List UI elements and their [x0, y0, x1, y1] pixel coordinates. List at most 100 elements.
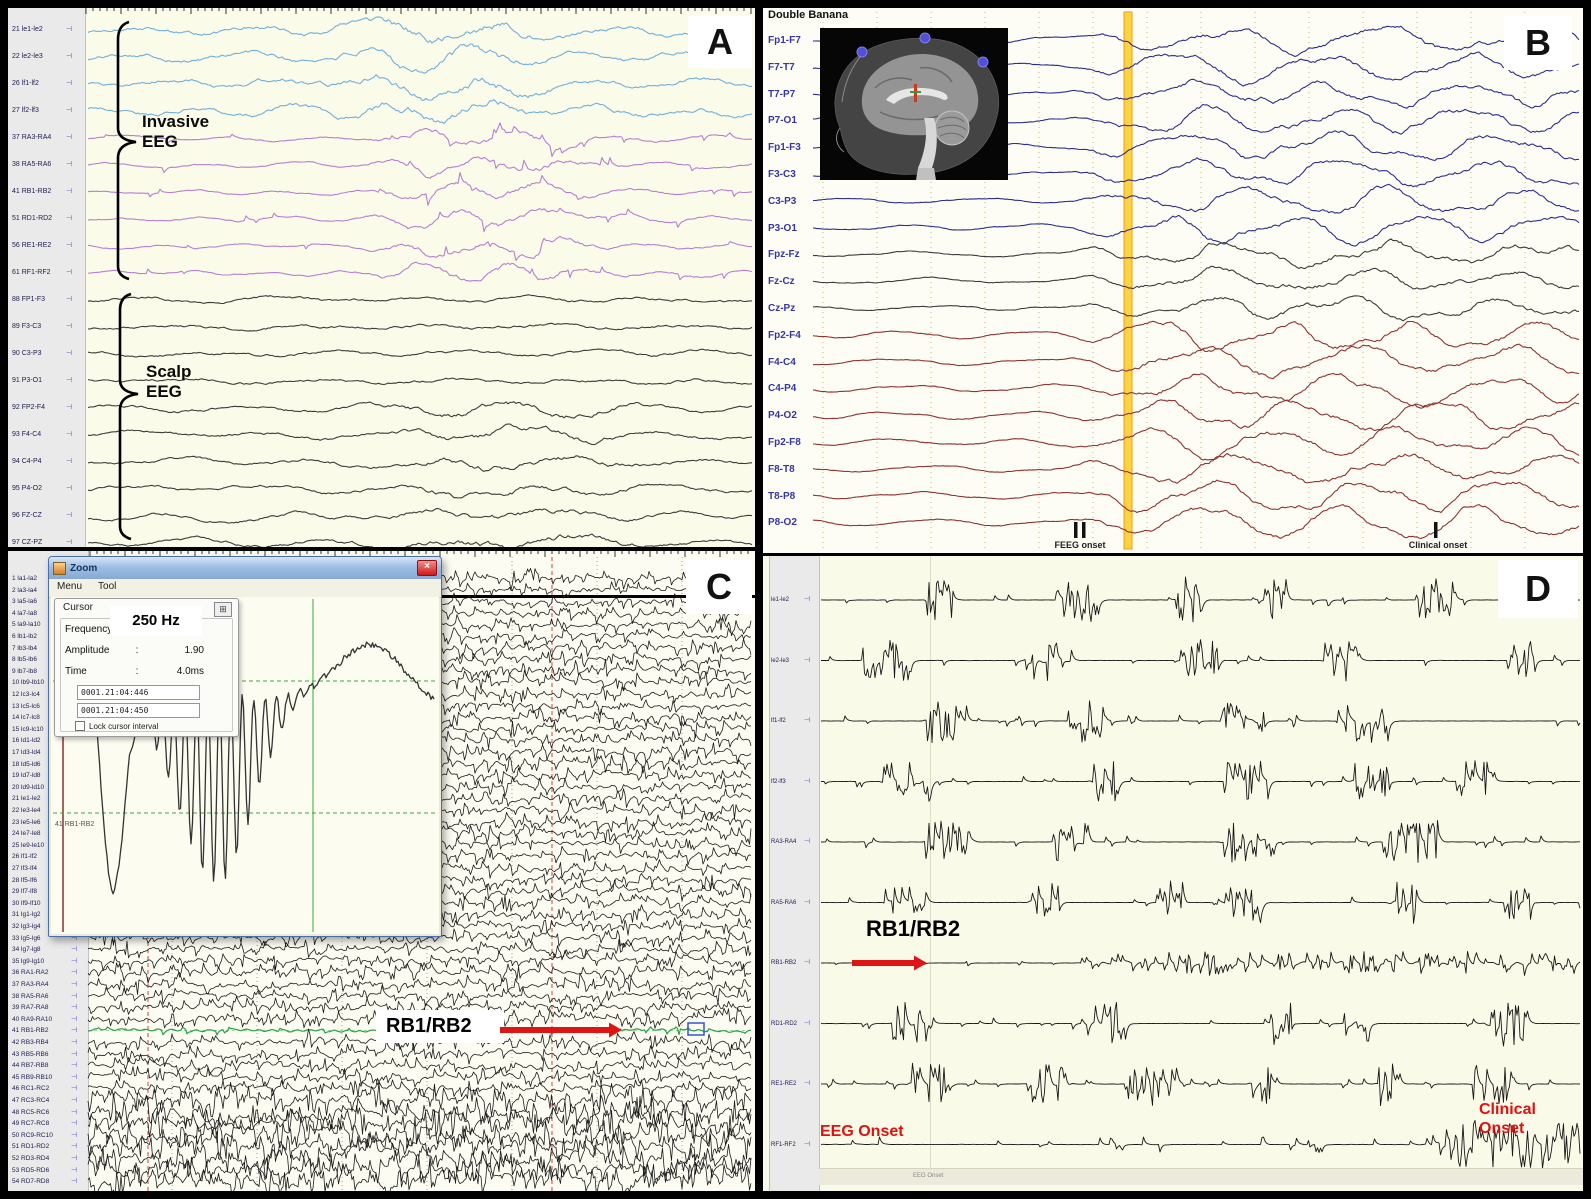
- time-ruler: [86, 8, 751, 14]
- lock-cursor-checkbox[interactable]: [75, 721, 85, 731]
- scale-marker-icon: ⊣: [71, 1074, 77, 1081]
- eeg-trace: [88, 1067, 751, 1088]
- scale-marker-icon: ⊣: [71, 1132, 77, 1139]
- eeg-trace: [813, 505, 1579, 539]
- channel-label: 17 ld3-ld4: [12, 749, 41, 756]
- channel-label: 40 RA9-RA10: [12, 1016, 52, 1023]
- channel-label: 38 RA5-RA6: [12, 161, 51, 169]
- eeg-traces-d: [763, 556, 1583, 1191]
- channel-label: 29 lf7-lf8: [12, 888, 37, 895]
- feeg-onset-marks: [1074, 522, 1086, 538]
- channel-label: 43 RB5-RB6: [12, 1051, 49, 1058]
- montage-title: Double Banana: [768, 9, 848, 21]
- eeg-traces-b: [763, 8, 1583, 553]
- channel-label: 56 RE1-RE2: [12, 242, 51, 250]
- channel-label: Fpz-Fz: [768, 250, 800, 260]
- channel-label: Fz-Cz: [768, 277, 795, 287]
- channel-label: 31 lg1-lg2: [12, 911, 41, 918]
- channel-label: le1-le2: [771, 597, 789, 604]
- channel-label: 44 RB7-RB8: [12, 1062, 49, 1069]
- eeg-trace: [88, 75, 752, 101]
- scale-marker-icon: ⊣: [66, 53, 72, 60]
- channel-label: 32 lg3-lg4: [12, 923, 41, 930]
- scale-marker-icon: ⊣: [71, 981, 77, 988]
- eeg-trace: [821, 820, 1580, 862]
- eeg-trace: [813, 373, 1579, 408]
- scale-marker-icon: ⊣: [804, 717, 810, 724]
- channel-label: 46 RC1-RC2: [12, 1085, 49, 1092]
- eeg-trace: [88, 402, 752, 418]
- clinical-onset-mark: [1434, 522, 1438, 538]
- time-value: 4.0ms: [145, 666, 228, 677]
- close-icon[interactable]: ×: [417, 560, 437, 576]
- channel-label: 95 P4-O2: [12, 485, 42, 493]
- channel-label: 9 lb7-lb8: [12, 668, 37, 675]
- panel-d: le1-le2⊣le2-le3⊣lf1-lf2⊣lf2-lf3⊣RA3-RA4⊣…: [763, 556, 1583, 1191]
- zoom-dialog-titlebar[interactable]: Zoom ×: [49, 557, 441, 579]
- scale-marker-icon: ⊣: [66, 350, 72, 357]
- scale-marker-icon: ⊣: [66, 188, 72, 195]
- eeg-trace: [88, 509, 752, 523]
- eeg-trace: [821, 761, 1580, 802]
- channel-label: 88 FP1-F3: [12, 296, 45, 304]
- channel-label: le2-le3: [771, 658, 789, 665]
- scale-marker-icon: ⊣: [71, 1155, 77, 1162]
- channel-label: RB1-RB2: [771, 960, 796, 967]
- channel-label: 89 F3-C3: [12, 323, 41, 331]
- zoom-dialog-title: Zoom: [70, 563, 417, 574]
- channel-label: Cz-Pz: [768, 304, 795, 314]
- channel-label: 23 le5-le6: [12, 819, 41, 826]
- channel-label: P4-O2: [768, 411, 797, 421]
- channel-label: Fp1-F7: [768, 36, 801, 46]
- eeg-onset-label: EEG Onset: [820, 1122, 904, 1141]
- channel-label: 41 RB1-RB2: [12, 1027, 49, 1034]
- scale-marker-icon: ⊣: [804, 1141, 810, 1148]
- group-label-line: EEG: [146, 382, 191, 402]
- cursor-panel: Cursor ⊞ Frequency : Amplitude : 1.90: [54, 598, 239, 737]
- channel-label: 2 la3-la4: [12, 587, 37, 594]
- channel-label: 22 le2-le3: [12, 53, 43, 61]
- cursor-panel-button[interactable]: ⊞: [214, 602, 232, 617]
- eeg-trace: [88, 295, 752, 304]
- time-field-2[interactable]: 0001.21:04:450: [77, 703, 200, 718]
- eeg-trace: [88, 484, 752, 498]
- time-field-1[interactable]: 0001.21:04:446: [77, 685, 200, 700]
- timeline-strip: EEG Onset Clinical onset: [819, 1168, 1583, 1185]
- zoom-channel-tag: 41 RB1-RB2: [55, 821, 94, 829]
- scalp-electrode-dot: [978, 57, 988, 67]
- panel-d-letter: D: [1498, 560, 1578, 618]
- channel-label: 16 ld1-ld2: [12, 737, 41, 744]
- menu-item-tool[interactable]: Tool: [98, 581, 116, 597]
- scalp-electrode-dot: [857, 47, 867, 57]
- eeg-trace: [813, 480, 1579, 512]
- channel-label: 5 la9-la10: [12, 621, 41, 628]
- eeg-trace: [821, 640, 1580, 681]
- eeg-trace: [813, 321, 1579, 351]
- eeg-trace: [88, 349, 752, 357]
- lock-cursor-label: Lock cursor interval: [89, 722, 158, 731]
- invasive-eeg-group-label: Invasive EEG: [142, 112, 209, 152]
- menu-item-menu[interactable]: Menu: [57, 581, 82, 597]
- channel-label: RA3-RA4: [771, 839, 796, 846]
- channel-label: 52 RD3-RD4: [12, 1155, 49, 1162]
- channel-label: 19 ld7-ld8: [12, 772, 41, 779]
- eeg-trace: [821, 701, 1580, 743]
- group-label-line: Scalp: [146, 362, 191, 382]
- scale-marker-icon: ⊣: [804, 657, 810, 664]
- channel-label: 8 lb5-lb6: [12, 656, 37, 663]
- channel-label: 14 lc7-lc8: [12, 714, 40, 721]
- scale-marker-icon: ⊣: [71, 1027, 77, 1034]
- channel-label: RA5-RA6: [771, 900, 796, 907]
- channel-label: T8-P8: [768, 492, 795, 502]
- channel-label: RD1-RD2: [771, 1021, 797, 1028]
- scale-marker-icon: ⊣: [71, 1085, 77, 1092]
- channel-label: 54 RD7-RD8: [12, 1178, 49, 1185]
- scale-marker-icon: ⊣: [71, 1004, 77, 1011]
- channel-label: 3 la5-la6: [12, 598, 37, 605]
- zoom-dialog-client: 41 RB1-RB2 Cursor ⊞ Frequency : Amplitud…: [51, 597, 439, 934]
- channel-label: 26 lf1-lf2: [12, 80, 39, 88]
- scale-marker-icon: ⊣: [71, 1039, 77, 1046]
- channel-label: 45 RB9-RB10: [12, 1074, 52, 1081]
- channel-label: 37 RA3-RA4: [12, 134, 51, 142]
- time-label: Time: [65, 666, 129, 677]
